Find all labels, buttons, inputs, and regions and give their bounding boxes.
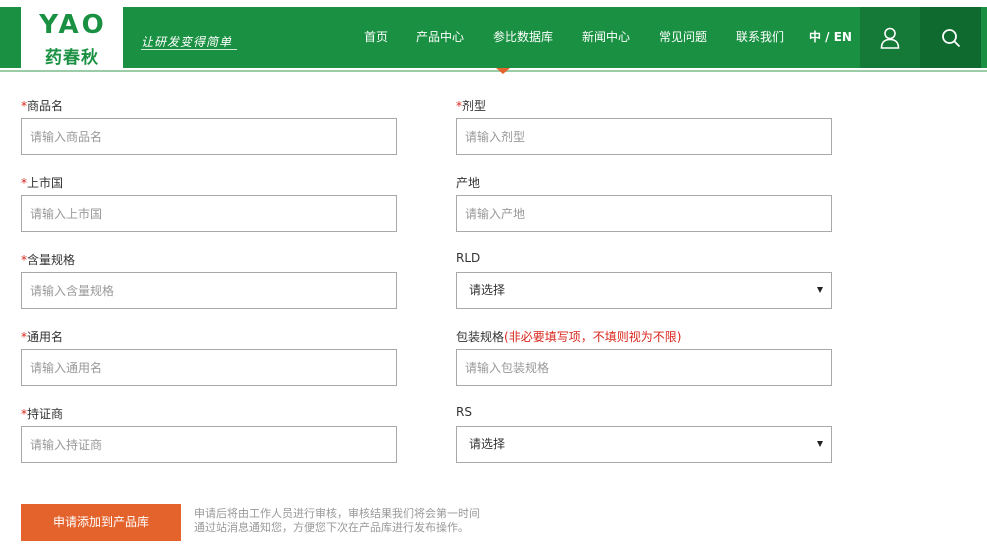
chevron-down-icon [817, 441, 823, 447]
logo-cn: 药春秋 [45, 48, 99, 68]
package-spec-hint: (非必要填写项，不填则视为不限) [504, 330, 682, 344]
rs-select[interactable]: 请选择 [456, 426, 832, 463]
nav-item-products[interactable]: 产品中心 [416, 7, 464, 68]
rs-label: RS [456, 405, 472, 419]
logo-mark: YAO [27, 11, 119, 39]
rld-select-value: 请选择 [469, 283, 506, 297]
strength-input[interactable] [21, 272, 397, 309]
user-icon [880, 27, 900, 49]
nav-item-news[interactable]: 新闻中心 [582, 7, 630, 68]
generic-name-label: *通用名 [21, 330, 64, 344]
submit-note-line2: 通过站消息通知您，方便您下次在产品库进行发布操作。 [194, 521, 469, 534]
rld-select[interactable]: 请选择 [456, 272, 832, 309]
language-switch[interactable]: 中 / EN [809, 7, 852, 68]
nav-item-contact[interactable]: 联系我们 [736, 7, 784, 68]
rs-select-value: 请选择 [469, 437, 506, 451]
submit-to-library-button[interactable]: 申请添加到产品库 [21, 504, 181, 541]
submit-note-line1: 申请后将由工作人员进行审核，审核结果我们将会第一时间 [194, 507, 480, 520]
nav-item-faq[interactable]: 常见问题 [659, 7, 707, 68]
origin-input[interactable] [456, 195, 832, 232]
logo[interactable]: YAO 药春秋 [21, 7, 123, 68]
dosage-form-label: *剂型 [456, 99, 487, 113]
submit-note: 申请后将由工作人员进行审核，审核结果我们将会第一时间 通过站消息通知您，方便您下… [194, 507, 480, 535]
rld-label: RLD [456, 251, 481, 265]
package-spec-label: 包装规格(非必要填写项，不填则视为不限) [456, 330, 682, 344]
user-button[interactable] [860, 7, 920, 68]
chevron-down-icon [817, 287, 823, 293]
slogan-underline [141, 49, 237, 50]
product-name-input[interactable] [21, 118, 397, 155]
package-spec-input[interactable] [456, 349, 832, 386]
header-decoration [0, 68, 987, 74]
license-holder-input[interactable] [21, 426, 397, 463]
search-button[interactable] [920, 7, 981, 68]
product-name-label: *商品名 [21, 99, 64, 113]
site-header: YAO 药春秋 让研发变得简单 首页 产品中心 参比数据库 新闻中心 常见问题 … [0, 0, 987, 75]
search-icon [941, 28, 960, 47]
origin-label: 产地 [456, 176, 481, 190]
nav-item-home[interactable]: 首页 [364, 7, 388, 68]
dosage-form-input[interactable] [456, 118, 832, 155]
license-holder-label: *持证商 [21, 407, 64, 421]
market-country-input[interactable] [21, 195, 397, 232]
slogan: 让研发变得简单 [141, 35, 233, 49]
generic-name-input[interactable] [21, 349, 397, 386]
header-marker [496, 68, 510, 74]
strength-label: *含量规格 [21, 253, 76, 267]
nav-item-reference-db[interactable]: 参比数据库 [493, 7, 553, 68]
market-country-label: *上市国 [21, 176, 64, 190]
logo-text: YAO [39, 10, 107, 40]
